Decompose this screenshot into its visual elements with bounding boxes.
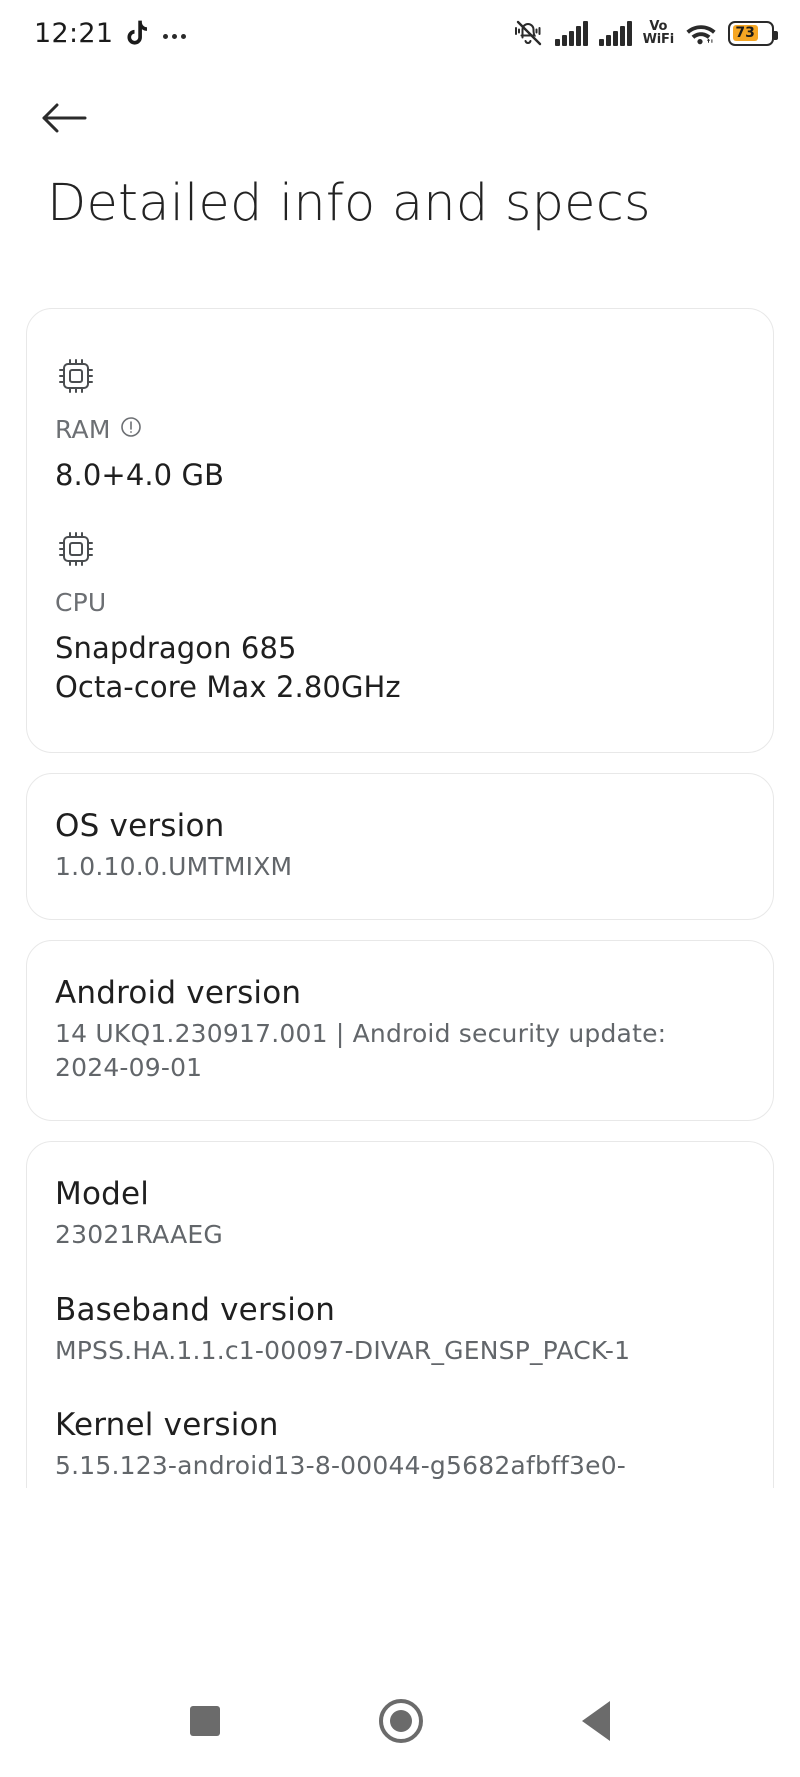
android-version-value: 14 UKQ1.230917.001 | Android security up…: [55, 1019, 667, 1082]
android-version-title: Android version: [55, 975, 302, 1012]
ram-label: RAM: [55, 415, 111, 444]
status-bar-right: Vo WiFi 73: [514, 20, 778, 47]
ram-value: 8.0+4.0 GB: [55, 458, 225, 492]
cpu-chip-icon: [55, 528, 745, 574]
model-value: 23021RAAEG: [55, 1220, 223, 1250]
status-bar: 12:21 Vo WiFi 73: [0, 0, 800, 66]
kernel-row: Kernel version 5.15.123-android13-8-0004…: [55, 1407, 745, 1488]
cpu-value-line-1: Snapdragon 685: [55, 631, 297, 666]
info-circle-icon[interactable]: [120, 415, 142, 444]
hardware-card[interactable]: RAM 8.0+4.0 GB CPU Snapdragon 685 Octa-c…: [26, 308, 774, 753]
os-version-value: 1.0.10.0.UMTMIXM: [55, 851, 293, 881]
cpu-block: CPU Snapdragon 685 Octa-core Max 2.80GHz: [55, 528, 745, 706]
kernel-value: 5.15.123-android13-8-00044-g5682afbff3e0…: [55, 1451, 627, 1488]
ram-label-row: RAM: [55, 415, 745, 444]
ram-block: RAM 8.0+4.0 GB: [55, 355, 745, 494]
wifi-icon: [685, 21, 717, 46]
volte-wifi-icon: Vo WiFi: [642, 20, 675, 47]
signal-bars-icon: [598, 20, 632, 46]
settings-scroll-area[interactable]: RAM 8.0+4.0 GB CPU Snapdragon 685 Octa-c…: [0, 308, 800, 1488]
android-version-card[interactable]: Android version 14 UKQ1.230917.001 | And…: [26, 940, 774, 1122]
android-version-row: Android version 14 UKQ1.230917.001 | And…: [55, 975, 745, 1084]
tiktok-icon: [127, 20, 149, 47]
vibrate-off-icon: [514, 20, 544, 46]
back-triangle-icon[interactable]: [582, 1701, 611, 1741]
model-title: Model: [55, 1176, 150, 1213]
model-row: Model 23021RAAEG: [55, 1176, 745, 1252]
status-bar-left: 12:21: [34, 17, 187, 49]
battery-indicator: 73: [728, 20, 778, 46]
back-arrow-icon: [40, 101, 88, 139]
memory-chip-icon: [55, 355, 745, 401]
os-version-card[interactable]: OS version 1.0.10.0.UMTMIXM: [26, 772, 774, 921]
device-info-card[interactable]: Model 23021RAAEG Baseband version MPSS.H…: [26, 1141, 774, 1488]
android-nav-bar: [0, 1665, 800, 1777]
baseband-value: MPSS.HA.1.1.c1-00097-DIVAR_GENSP_PACK-1: [55, 1335, 631, 1365]
recents-square-icon[interactable]: [189, 1706, 220, 1736]
baseband-title: Baseband version: [55, 1291, 336, 1328]
cpu-value-line-2: Octa-core Max 2.80GHz: [55, 669, 401, 704]
baseband-row: Baseband version MPSS.HA.1.1.c1-00097-DI…: [55, 1292, 745, 1368]
signal-bars-icon: [554, 20, 588, 46]
phone-screen: 12:21 Vo WiFi 73 Detailed info and specs…: [0, 0, 800, 1777]
os-version-row: OS version 1.0.10.0.UMTMIXM: [55, 808, 745, 884]
back-button[interactable]: [40, 92, 106, 148]
home-circle-icon[interactable]: [378, 1699, 423, 1743]
battery-level: 73: [732, 25, 758, 41]
os-version-title: OS version: [55, 807, 225, 844]
kernel-title: Kernel version: [55, 1407, 279, 1444]
status-time: 12:21: [34, 17, 114, 49]
page-title: Detailed info and specs: [47, 174, 651, 233]
volte-line-2: WiFi: [642, 32, 675, 47]
more-dots-icon: [163, 20, 187, 46]
app-bar: [0, 82, 800, 156]
cpu-label: CPU: [55, 588, 107, 618]
